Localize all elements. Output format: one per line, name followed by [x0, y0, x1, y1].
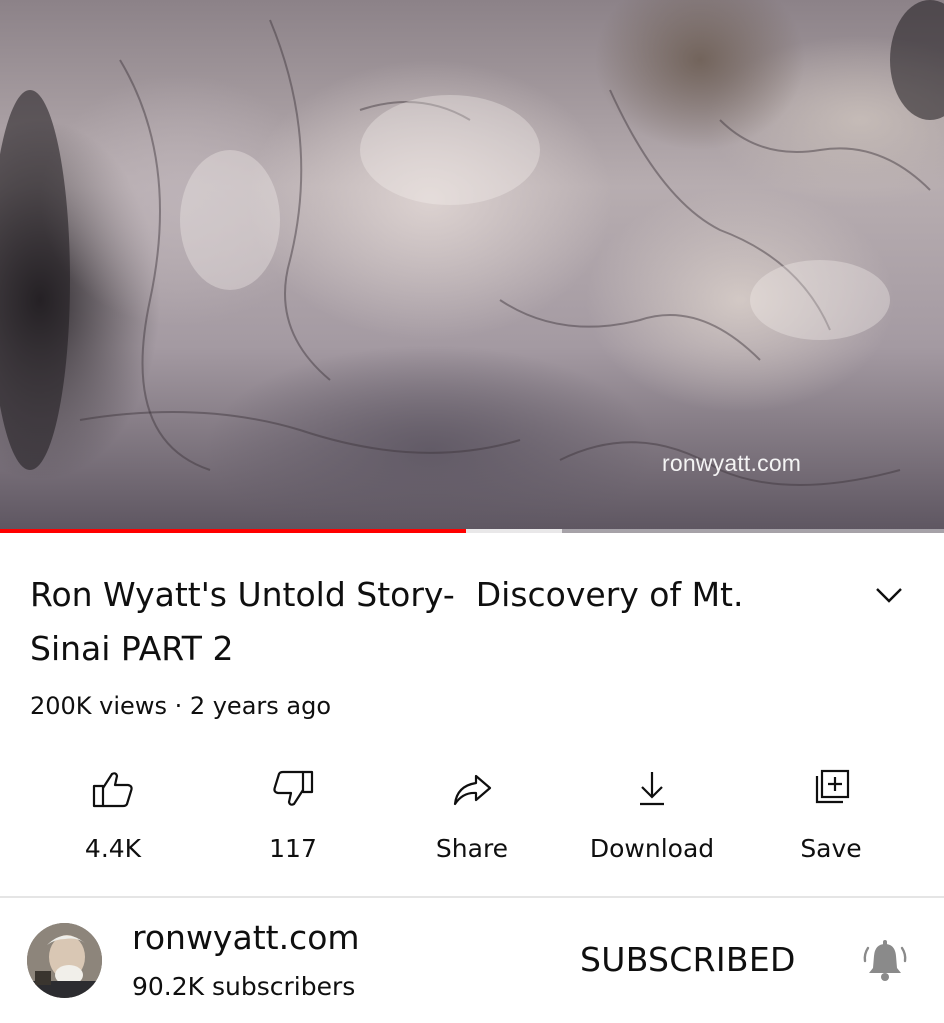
like-button[interactable]: 4.4K: [33, 760, 193, 870]
thumbs-up-icon: [92, 772, 133, 808]
chevron-down-icon[interactable]: [872, 578, 906, 612]
dislike-count: 117: [269, 834, 317, 863]
subscribed-button[interactable]: SUBSCRIBED: [580, 940, 796, 979]
thumbs-down-icon: [273, 770, 314, 806]
view-count-and-date[interactable]: 200K views · 2 years ago: [30, 692, 331, 720]
channel-name[interactable]: ronwyatt.com: [132, 918, 360, 957]
download-icon: [640, 772, 664, 806]
bell-icon[interactable]: [860, 936, 910, 986]
video-title[interactable]: Ron Wyatt's Untold Story- Discovery of M…: [30, 568, 820, 676]
download-label: Download: [589, 834, 715, 863]
progress-bar[interactable]: [0, 529, 944, 533]
video-player[interactable]: ronwyatt.com: [0, 0, 944, 533]
section-divider: [0, 896, 944, 898]
share-label: Share: [435, 834, 509, 863]
channel-watermark: ronwyatt.com: [662, 450, 802, 476]
action-bar: 4.4K 117 Share Download Save: [0, 760, 944, 870]
avatar-image: [27, 923, 102, 998]
share-button[interactable]: Share: [392, 760, 552, 870]
progress-played: [0, 529, 467, 533]
add-to-playlist-icon: [815, 769, 850, 804]
save-label: Save: [800, 834, 862, 863]
channel-avatar[interactable]: [27, 923, 102, 998]
download-button[interactable]: Download: [572, 760, 732, 870]
video-frame-rock-texture: [0, 0, 944, 486]
save-button[interactable]: Save: [751, 760, 911, 870]
subscriber-count: 90.2K subscribers: [132, 972, 356, 1001]
like-count: 4.4K: [84, 834, 142, 863]
share-arrow-icon: [453, 774, 492, 806]
dislike-button[interactable]: 117: [213, 760, 373, 870]
